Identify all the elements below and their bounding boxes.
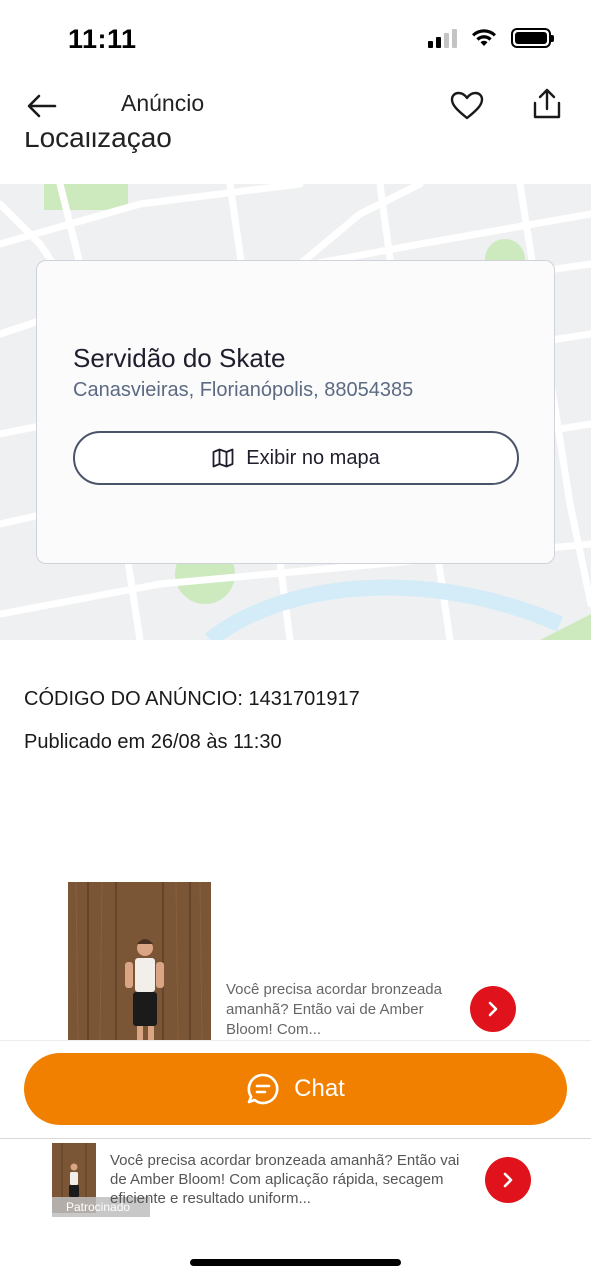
ad-arrow-button[interactable]	[470, 986, 516, 1032]
status-icons	[428, 28, 554, 48]
banner-arrow-button[interactable]	[485, 1157, 531, 1203]
show-map-label: Exibir no mapa	[246, 446, 380, 469]
wifi-icon	[472, 29, 496, 46]
chat-button[interactable]: Chat	[24, 1053, 567, 1125]
map-icon	[212, 448, 234, 468]
battery-icon	[511, 28, 554, 48]
favorite-button[interactable]	[449, 88, 485, 124]
location-name: Servidão do Skate	[73, 343, 286, 373]
home-indicator[interactable]	[190, 1259, 401, 1266]
chat-label: Chat	[294, 1075, 345, 1102]
banner-text: Você precisa acordar bronzeada amanhã? E…	[110, 1152, 460, 1207]
heart-icon	[450, 91, 484, 120]
arrow-left-icon	[27, 94, 57, 118]
published-date: Publicado em 26/08 às 11:30	[24, 731, 282, 753]
status-time: 11:11	[68, 24, 137, 54]
inline-ad[interactable]: Você precisa acordar bronzeada amanhã? E…	[68, 882, 538, 1042]
location-card: Servidão do Skate Canasvieiras, Florianó…	[36, 260, 555, 564]
show-map-button[interactable]: Exibir no mapa	[73, 431, 519, 485]
chat-bubble-icon	[247, 1073, 279, 1105]
app-header: Anúncio	[0, 78, 591, 132]
back-button[interactable]	[24, 88, 60, 124]
chat-bar: Chat	[0, 1040, 591, 1138]
chevron-right-icon	[488, 1001, 498, 1017]
chevron-right-icon	[503, 1172, 513, 1188]
location-address: Canasvieiras, Florianópolis, 88054385	[73, 379, 414, 401]
signal-icon	[428, 28, 457, 48]
page-title: Anúncio	[121, 90, 205, 116]
status-bar: 11:11	[0, 0, 591, 78]
share-button[interactable]	[529, 86, 565, 122]
ad-image	[68, 882, 211, 1040]
ad-code: CÓDIGO DO ANÚNCIO: 1431701917	[24, 688, 360, 710]
ad-text: Você precisa acordar bronzeada amanhã? E…	[226, 981, 442, 1038]
share-icon	[533, 88, 561, 119]
